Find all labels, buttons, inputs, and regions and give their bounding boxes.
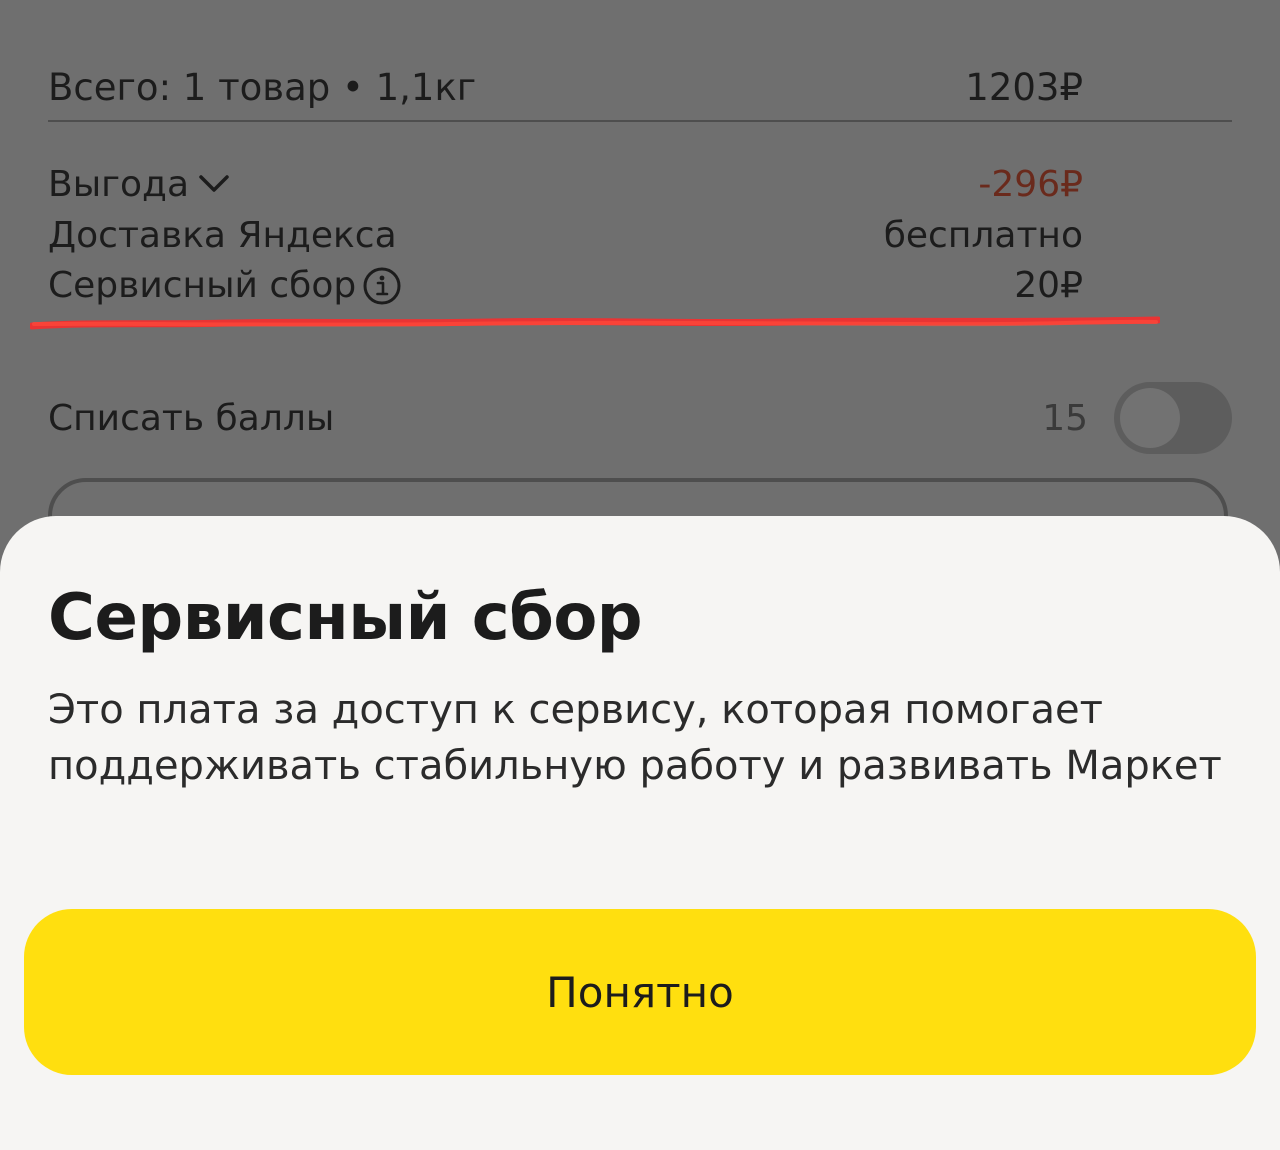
sheet-description: Это плата за доступ к сервису, которая п…	[48, 687, 1222, 789]
delivery-label: Доставка Яндекса	[48, 215, 397, 256]
info-icon[interactable]	[362, 266, 402, 306]
points-balance: 15	[1042, 398, 1088, 439]
sheet-title: Сервисный сбор	[48, 581, 643, 655]
divider	[48, 120, 1232, 122]
benefit-label[interactable]: Выгода	[48, 163, 189, 207]
red-underline-annotation	[30, 316, 1160, 330]
ok-button[interactable]: Понятно	[24, 909, 1256, 1075]
chevron-down-icon[interactable]	[198, 172, 230, 196]
total-label: Всего: 1 товар • 1,1кг	[48, 66, 477, 109]
service-fee-label: Сервисный сбор	[48, 265, 357, 306]
service-fee-value: 20₽	[1014, 265, 1083, 306]
ok-button-label: Понятно	[546, 967, 734, 1017]
delivery-value: бесплатно	[883, 215, 1083, 256]
points-toggle[interactable]	[1114, 382, 1232, 454]
write-off-points-label: Списать баллы	[48, 398, 335, 439]
toggle-knob	[1120, 388, 1180, 448]
total-value: 1203₽	[965, 66, 1083, 109]
benefit-value: -296₽	[978, 164, 1083, 205]
